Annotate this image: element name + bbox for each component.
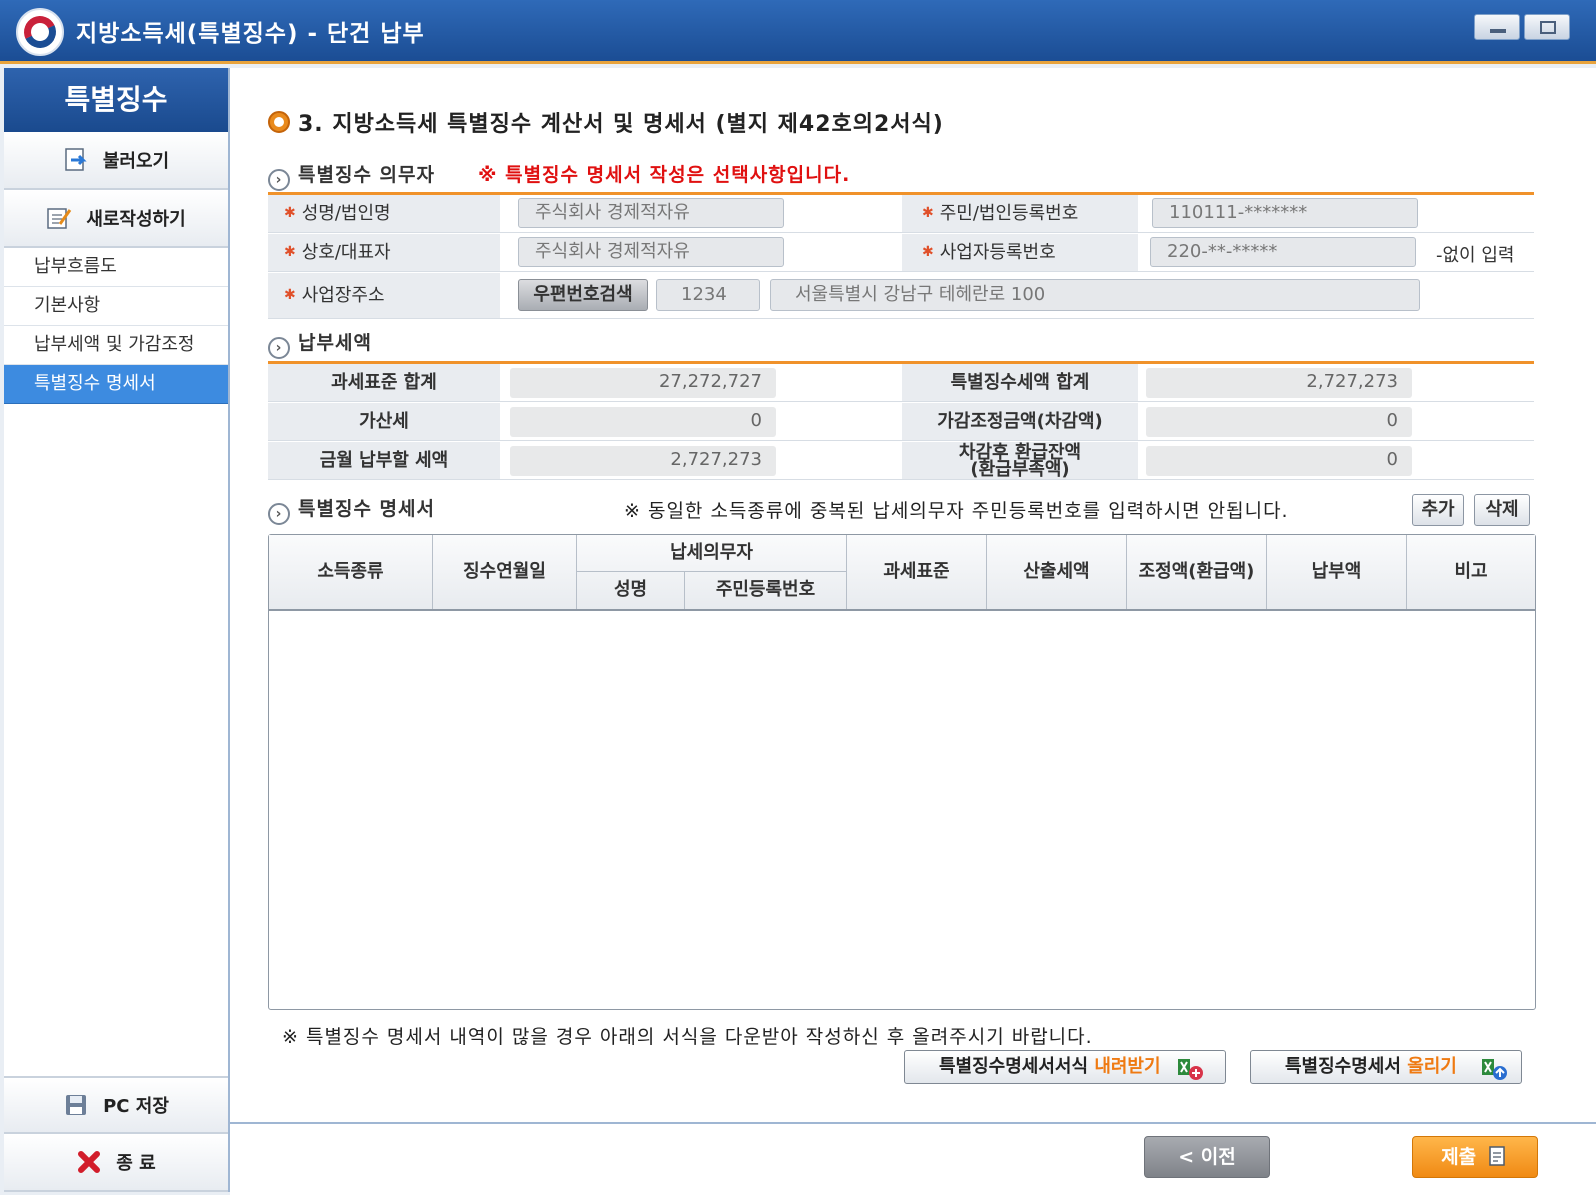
submit-document-icon	[1489, 1146, 1505, 1166]
chevron-right-icon: ›	[268, 169, 290, 191]
biz-no-field[interactable]: 220-**-*****	[1150, 237, 1416, 267]
col-tax-base: 과세표준	[847, 535, 987, 609]
obligor-title-text: 특별징수 의무자	[298, 164, 435, 186]
name-field[interactable]: 주식회사 경제적자유	[518, 198, 784, 228]
nav-item-statement[interactable]: 특별징수 명세서	[4, 365, 228, 404]
address-label: ✱ 사업장주소	[268, 273, 500, 318]
exit-label: 종 료	[116, 1153, 156, 1174]
chevron-right-icon: ›	[268, 503, 290, 525]
col-adjust: 조정액(환급액)	[1127, 535, 1267, 609]
nav-item-flowchart[interactable]: 납부흐름도	[4, 248, 228, 287]
nav-item-basic-info[interactable]: 기본사항	[4, 287, 228, 326]
penalty-field[interactable]: 0	[510, 407, 776, 437]
excel-download-icon	[1175, 1055, 1203, 1080]
adjust-amount-field[interactable]: 0	[1146, 407, 1412, 437]
load-button-label: 불러오기	[102, 151, 170, 172]
maximize-button[interactable]	[1524, 14, 1570, 40]
window-title: 지방소득세(특별징수) - 단건 납부	[76, 21, 425, 47]
optional-notice: ※ 특별징수 명세서 작성은 선택사항입니다.	[478, 164, 851, 186]
tax-title-text: 납부세액	[298, 332, 372, 354]
address-field[interactable]: 서울특별시 강남구 테헤란로 100	[770, 279, 1420, 311]
exit-button[interactable]: 종 료	[4, 1134, 228, 1192]
name-label: ✱ 성명/법인명	[268, 195, 500, 232]
refund-balance-field: 0	[1146, 446, 1412, 476]
resident-no-label: ✱ 주민/법인등록번호	[902, 195, 1138, 232]
submit-label: 제출	[1441, 1146, 1477, 1168]
special-total-field: 2,727,273	[1146, 368, 1412, 398]
footer-bar	[230, 1122, 1596, 1195]
statement-title-text: 특별징수 명세서	[298, 498, 435, 520]
excel-upload-icon	[1479, 1055, 1507, 1080]
statement-title: › 특별징수 명세서	[268, 494, 435, 525]
add-row-button[interactable]: 추가	[1412, 494, 1464, 526]
special-total-label: 특별징수세액 합계	[902, 364, 1138, 401]
company-field[interactable]: 주식회사 경제적자유	[518, 237, 784, 267]
resident-no-field[interactable]: 110111-*******	[1152, 198, 1418, 228]
pc-save-label: PC 저장	[103, 1096, 169, 1117]
col-taxpayer: 납세의무자	[577, 535, 847, 572]
section-title-text: 3. 지방소득세 특별징수 계산서 및 명세서 (별지 제42호의2서식)	[298, 112, 944, 137]
company-label: ✱ 상호/대표자	[268, 234, 500, 271]
maximize-icon	[1540, 21, 1556, 34]
pc-save-button[interactable]: PC 저장	[4, 1076, 228, 1134]
month-tax-field: 2,727,273	[510, 446, 776, 476]
statement-table: 소득종류 징수연월일 납세의무자 성명 주민등록번호 과세표준 산출세액 조정액…	[268, 534, 1536, 1010]
new-write-button-label: 새로작성하기	[86, 209, 186, 230]
col-paid: 납부액	[1267, 535, 1407, 609]
sidebar-bottom: PC 저장 종 료	[4, 1076, 228, 1192]
load-button[interactable]: 불러오기	[4, 132, 228, 190]
zip-code-field[interactable]: 1234	[656, 279, 760, 311]
section-title: 3. 지방소득세 특별징수 계산서 및 명세서 (별지 제42호의2서식)	[268, 106, 944, 138]
col-calc-tax: 산출세액	[987, 535, 1127, 609]
zip-search-button[interactable]: 우편번호검색	[518, 279, 648, 311]
month-tax-label: 금월 납부할 세액	[268, 442, 500, 479]
col-resident-no: 주민등록번호	[685, 572, 847, 609]
biz-no-label: ✱ 사업자등록번호	[902, 234, 1138, 271]
window-titlebar: 지방소득세(특별징수) - 단건 납부	[0, 0, 1596, 64]
minimize-icon	[1490, 29, 1506, 33]
template-notice: ※ 특별징수 명세서 내역이 많을 경우 아래의 서식을 다운받아 작성하신 후…	[282, 1026, 1093, 1048]
col-income-type: 소득종류	[269, 535, 433, 609]
delete-row-button[interactable]: 삭제	[1474, 494, 1530, 526]
biz-no-hint: -없이 입력	[1436, 245, 1515, 266]
new-document-icon	[46, 206, 72, 230]
floppy-disk-icon	[63, 1093, 89, 1117]
chevron-right-icon: ›	[268, 337, 290, 359]
col-name: 성명	[577, 572, 685, 609]
upload-statement-button[interactable]: 특별징수명세서 올리기	[1250, 1050, 1522, 1084]
minimize-button[interactable]	[1474, 14, 1520, 40]
sidebar: 특별징수 불러오기 새로작성하기 납부흐름도 기본사항 납부세액 및 가감조정 …	[4, 68, 230, 1192]
refund-balance-label: 차감후 환급잔액 (환급부족액)	[902, 442, 1138, 479]
penalty-label: 가산세	[268, 403, 500, 440]
submit-button[interactable]: 제출	[1412, 1136, 1538, 1178]
load-document-icon	[63, 148, 89, 172]
obligor-title: › 특별징수 의무자	[268, 160, 435, 191]
section-bullet-icon	[268, 111, 290, 133]
previous-button[interactable]: < 이전	[1144, 1136, 1270, 1178]
adjust-amount-label: 가감조정금액(차감액)	[902, 403, 1138, 440]
download-template-button[interactable]: 특별징수명세서서식 내려받기	[904, 1050, 1226, 1084]
nav-item-tax-adjust[interactable]: 납부세액 및 가감조정	[4, 326, 228, 365]
close-x-icon	[76, 1150, 102, 1174]
col-remark: 비고	[1454, 561, 1488, 582]
tax-title: › 납부세액	[268, 328, 372, 359]
col-collect-date: 징수연월일	[433, 535, 577, 609]
std-total-field: 27,272,727	[510, 368, 776, 398]
duplicate-notice: ※ 동일한 소득종류에 중복된 납세의무자 주민등록번호를 입력하시면 안됩니다…	[624, 500, 1289, 522]
sidebar-header: 특별징수	[4, 68, 228, 132]
government-logo-icon	[16, 8, 64, 56]
std-total-label: 과세표준 합계	[268, 364, 500, 401]
new-write-button[interactable]: 새로작성하기	[4, 190, 228, 248]
table-header: 소득종류 징수연월일 납세의무자 성명 주민등록번호 과세표준 산출세액 조정액…	[269, 535, 1535, 611]
